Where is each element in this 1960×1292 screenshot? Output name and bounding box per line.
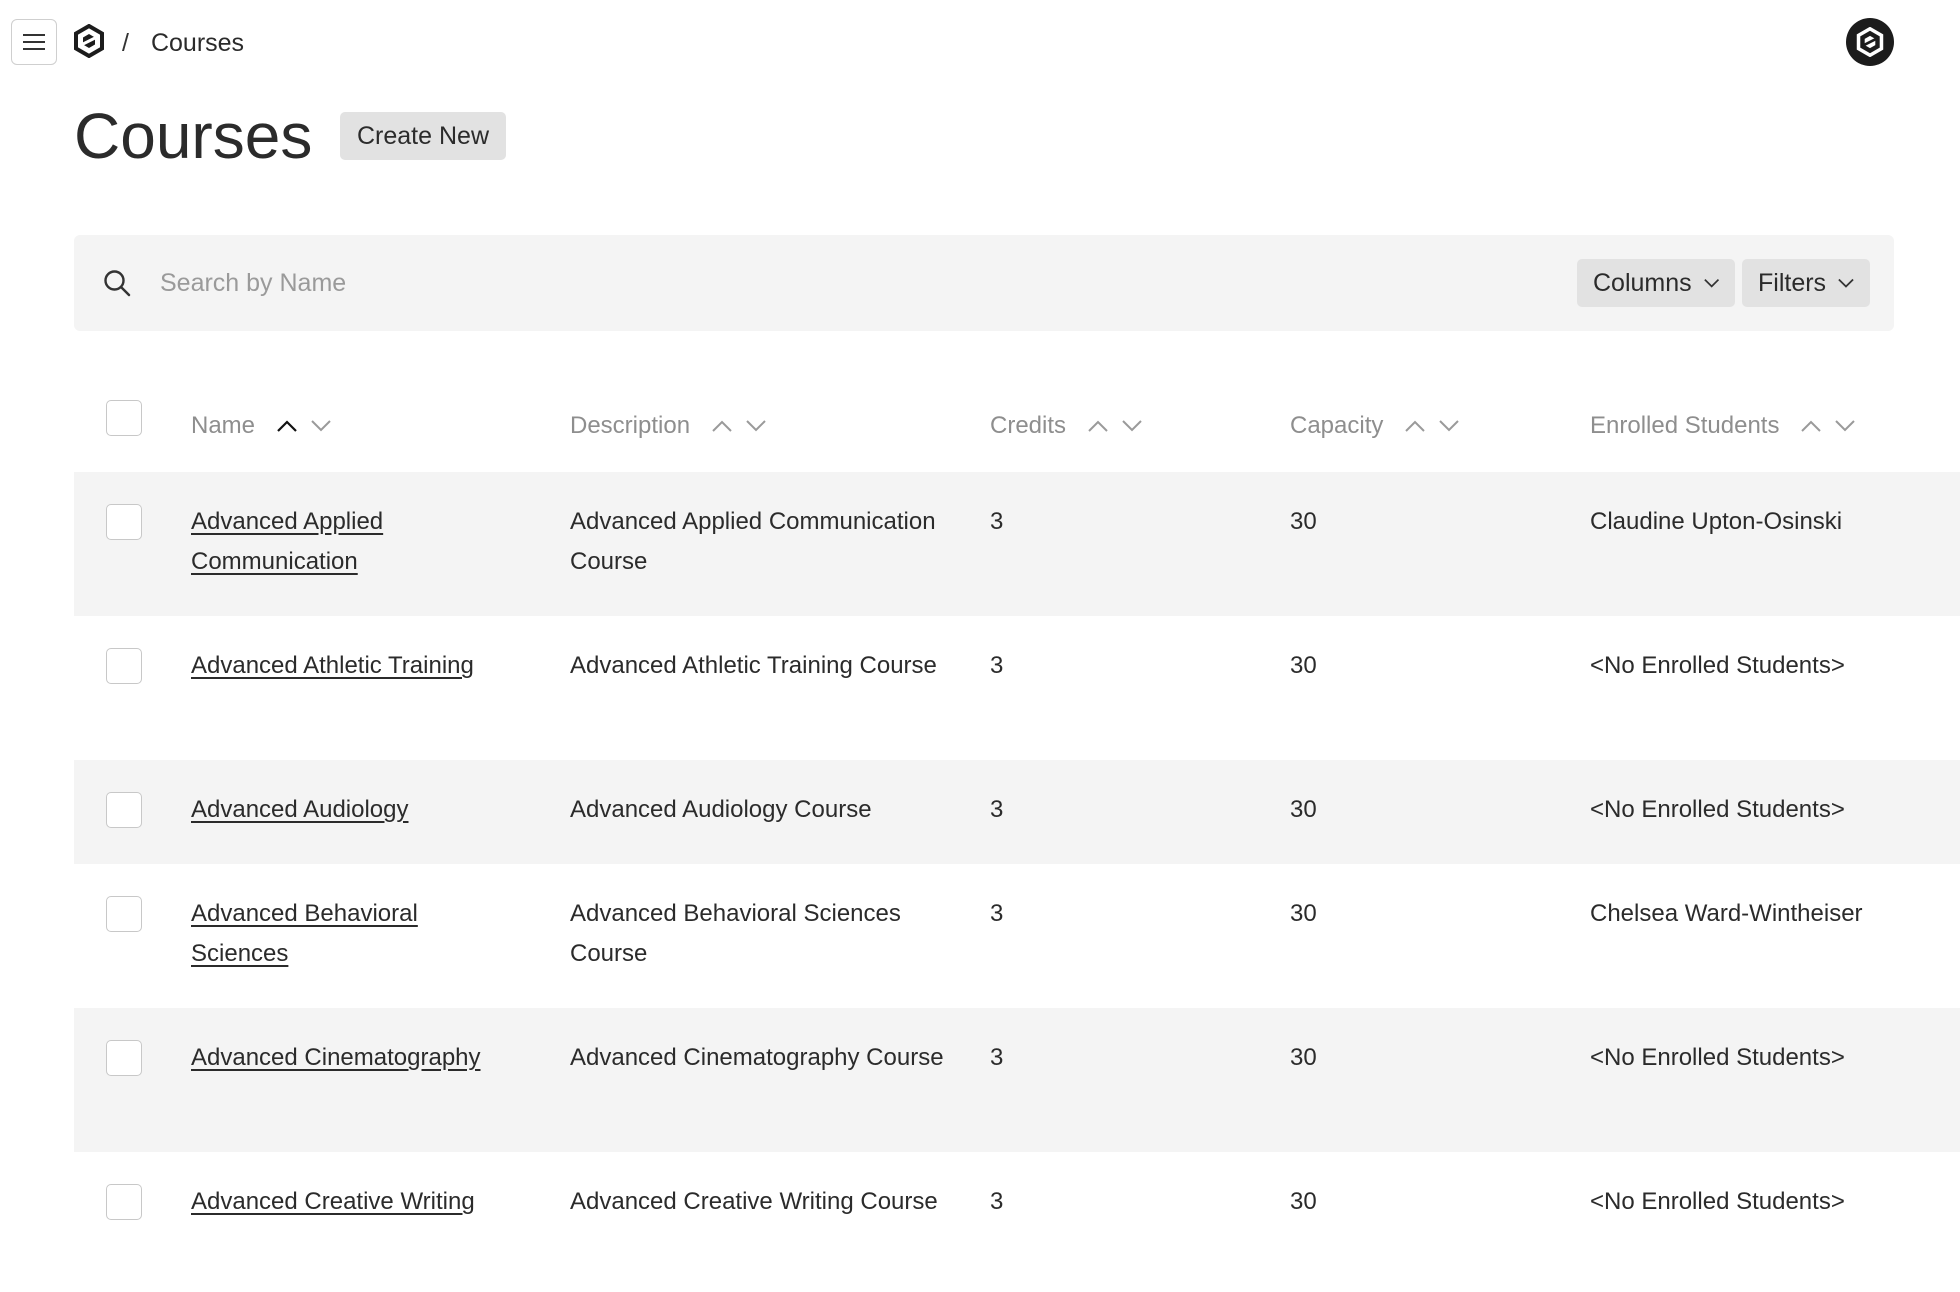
course-description: Advanced Audiology Course xyxy=(570,796,872,823)
chevron-up-icon[interactable] xyxy=(1801,420,1822,432)
table-row[interactable]: Advanced Athletic Training Advanced Athl… xyxy=(74,616,1960,760)
course-credits: 3 xyxy=(990,652,1004,679)
column-header-description[interactable]: Description xyxy=(570,380,766,472)
column-header-label: Capacity xyxy=(1290,412,1384,439)
course-description: Advanced Behavioral Sciences Course xyxy=(570,900,901,967)
breadcrumb: / Courses xyxy=(122,24,244,62)
course-credits: 3 xyxy=(990,1188,1004,1215)
course-capacity: 30 xyxy=(1290,652,1317,679)
chevron-down-icon xyxy=(1703,278,1719,288)
table-row[interactable]: Advanced Behavioral Sciences Advanced Be… xyxy=(74,864,1960,1008)
chevron-down-icon[interactable] xyxy=(311,420,331,432)
hamburger-menu-icon xyxy=(23,34,45,50)
course-capacity: 30 xyxy=(1290,1188,1317,1215)
table-row[interactable]: Advanced Creative Writing Advanced Creat… xyxy=(74,1152,1960,1288)
course-enrolled-students: <No Enrolled Students> xyxy=(1590,1188,1845,1215)
chevron-down-icon[interactable] xyxy=(1439,420,1460,432)
courses-table: Name Description Credits Capacity Enroll… xyxy=(74,380,1960,1288)
chevron-down-icon xyxy=(1838,278,1854,288)
avatar[interactable] xyxy=(1846,18,1894,66)
course-capacity: 30 xyxy=(1290,796,1317,823)
column-header-label: Enrolled Students xyxy=(1590,412,1780,439)
search-toolbar: Columns Filters xyxy=(74,235,1894,331)
menu-button[interactable] xyxy=(11,19,57,65)
hexagon-logo-icon[interactable] xyxy=(72,24,106,58)
course-name-cell: Advanced Athletic Training xyxy=(191,646,511,686)
column-header-credits[interactable]: Credits xyxy=(990,380,1142,472)
breadcrumb-separator: / xyxy=(122,28,129,57)
course-capacity: 30 xyxy=(1290,900,1317,927)
page-title: Courses xyxy=(74,100,313,172)
course-capacity: 30 xyxy=(1290,508,1317,535)
row-checkbox[interactable] xyxy=(106,1040,142,1076)
course-name-link[interactable]: Advanced Cinematography xyxy=(191,1044,481,1071)
row-checkbox[interactable] xyxy=(106,896,142,932)
top-bar: / Courses xyxy=(0,0,1960,84)
chevron-down-icon[interactable] xyxy=(1122,420,1142,432)
column-header-label: Name xyxy=(191,412,256,439)
course-credits: 3 xyxy=(990,1044,1004,1071)
search-input[interactable] xyxy=(158,259,1258,307)
course-name-cell: Advanced Behavioral Sciences xyxy=(191,894,511,974)
row-checkbox[interactable] xyxy=(106,648,142,684)
table-row[interactable]: Advanced Cinematography Advanced Cinemat… xyxy=(74,1008,1960,1152)
table-row[interactable]: Advanced Audiology Advanced Audiology Co… xyxy=(74,760,1960,864)
course-name-cell: Advanced Cinematography xyxy=(191,1038,511,1078)
select-all-checkbox[interactable] xyxy=(106,400,142,436)
course-description: Advanced Cinematography Course xyxy=(570,1044,944,1071)
course-credits: 3 xyxy=(990,796,1004,823)
course-enrolled-students: <No Enrolled Students> xyxy=(1590,1044,1845,1071)
course-name-link[interactable]: Advanced Creative Writing xyxy=(191,1188,475,1215)
row-checkbox[interactable] xyxy=(106,504,142,540)
filters-button[interactable]: Filters xyxy=(1742,259,1870,307)
course-description: Advanced Applied Communication Course xyxy=(570,508,936,575)
course-enrolled-students: <No Enrolled Students> xyxy=(1590,652,1845,679)
row-checkbox[interactable] xyxy=(106,792,142,828)
columns-label: Columns xyxy=(1593,268,1692,297)
chevron-up-icon[interactable] xyxy=(1405,420,1426,432)
row-checkbox[interactable] xyxy=(106,1184,142,1220)
course-enrolled-students: Claudine Upton-Osinski xyxy=(1590,508,1843,535)
course-description: Advanced Athletic Training Course xyxy=(570,652,937,679)
chevron-up-icon[interactable] xyxy=(1088,420,1108,432)
create-new-button[interactable]: Create New xyxy=(340,112,506,160)
course-credits: 3 xyxy=(990,508,1004,535)
column-header-label: Description xyxy=(570,412,691,439)
filters-label: Filters xyxy=(1758,268,1827,297)
hexagon-logo-icon xyxy=(1856,27,1884,57)
course-description: Advanced Creative Writing Course xyxy=(570,1188,938,1215)
course-capacity: 30 xyxy=(1290,1044,1317,1071)
course-enrolled-students: Chelsea Ward-Wintheiser xyxy=(1590,900,1863,927)
chevron-down-icon[interactable] xyxy=(1835,420,1856,432)
column-header-label: Credits xyxy=(990,412,1067,439)
columns-button[interactable]: Columns xyxy=(1577,259,1735,307)
chevron-down-icon[interactable] xyxy=(746,420,766,432)
course-name-link[interactable]: Advanced Athletic Training xyxy=(191,652,474,679)
search-icon xyxy=(104,270,131,297)
table-header: Name Description Credits Capacity Enroll… xyxy=(74,380,1960,472)
chevron-up-icon[interactable] xyxy=(277,420,297,432)
course-name-cell: Advanced Creative Writing xyxy=(191,1182,511,1222)
chevron-up-icon[interactable] xyxy=(712,420,732,432)
table-row[interactable]: Advanced Applied Communication Advanced … xyxy=(74,472,1960,616)
course-name-cell: Advanced Applied Communication xyxy=(191,502,511,582)
course-name-cell: Advanced Audiology xyxy=(191,790,511,830)
column-header-name[interactable]: Name xyxy=(191,380,331,472)
course-name-link[interactable]: Advanced Behavioral Sciences xyxy=(191,900,418,967)
course-name-link[interactable]: Advanced Applied Communication xyxy=(191,508,383,575)
column-header-capacity[interactable]: Capacity xyxy=(1290,380,1460,472)
column-header-enrolled-students[interactable]: Enrolled Students xyxy=(1590,380,1856,472)
course-enrolled-students: <No Enrolled Students> xyxy=(1590,796,1845,823)
course-name-link[interactable]: Advanced Audiology xyxy=(191,796,409,823)
breadcrumb-current[interactable]: Courses xyxy=(151,29,244,58)
course-credits: 3 xyxy=(990,900,1004,927)
